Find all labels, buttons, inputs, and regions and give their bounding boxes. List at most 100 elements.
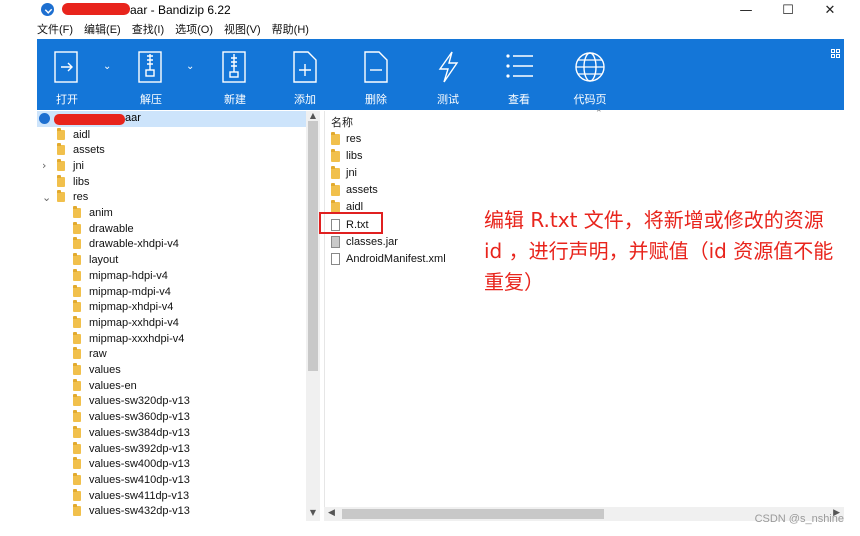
folder-icon (73, 472, 81, 485)
add-label: 添加 (294, 94, 316, 106)
list-scroll-thumb[interactable] (342, 509, 604, 519)
menu-help[interactable]: 帮助(H) (272, 21, 309, 39)
file-name: AndroidManifest.xml (346, 252, 446, 265)
tree-item[interactable]: jni (57, 158, 84, 173)
folder-icon (57, 158, 65, 171)
tree-item[interactable]: libs (57, 174, 90, 189)
view-button[interactable]: 查看 (489, 39, 549, 110)
folder-icon (57, 143, 65, 156)
tree-item[interactable]: values-sw320dp-v13 (73, 394, 190, 409)
tree-item-label: res (73, 191, 89, 204)
tree-item-label: mipmap-mdpi-v4 (89, 285, 171, 298)
maximize-button[interactable]: ☐ (766, 0, 810, 20)
tree-item[interactable]: values-en (73, 378, 137, 393)
tree-item[interactable]: aidl (57, 127, 90, 142)
tree-item-label: assets (73, 144, 105, 157)
tree-item-label: aidl (73, 128, 91, 141)
tree-item[interactable]: layout (73, 253, 118, 268)
tree-item[interactable]: values (73, 363, 121, 378)
view-icon (506, 54, 533, 78)
minimize-button[interactable]: — (724, 0, 768, 20)
menu-options[interactable]: 选项(O) (175, 21, 213, 39)
scroll-down-arrow-icon[interactable]: ▼ (308, 508, 318, 517)
scroll-up-arrow-icon[interactable]: ▲ (308, 111, 318, 120)
file-icon (331, 252, 340, 265)
delete-button[interactable]: 删除 (346, 39, 406, 110)
file-list-item[interactable]: jni (331, 165, 357, 181)
tree-item[interactable]: drawable-xhdpi-v4 (73, 237, 179, 252)
menu-view[interactable]: 视图(V) (224, 21, 261, 39)
file-list-item[interactable]: res (331, 131, 361, 147)
file-list-item[interactable]: assets (331, 182, 378, 198)
redacted-archive-name (54, 114, 125, 125)
expand-chevron-icon[interactable]: › (42, 159, 46, 172)
tree-item-label: libs (73, 175, 90, 188)
tree-item[interactable]: values-sw400dp-v13 (73, 457, 190, 472)
annotation-text: 编辑 R.txt 文件，将新增或修改的资源 id ，进行声明，并赋值（id 资源… (484, 208, 834, 294)
file-name: libs (346, 150, 363, 163)
scroll-left-arrow-icon[interactable]: ◀ (328, 508, 335, 518)
folder-icon (331, 131, 340, 145)
tree-item[interactable]: mipmap-hdpi-v4 (73, 268, 168, 283)
name-column-header[interactable]: 名称 (331, 114, 353, 130)
file-name: assets (346, 184, 378, 197)
toolbar: 打开 ⌄ 解压 ⌄ 新建 添加 删除 测试 查看 代码页 (37, 39, 844, 110)
tree-item[interactable]: mipmap-mdpi-v4 (73, 284, 171, 299)
tree-item[interactable]: drawable (73, 221, 134, 236)
tree-item[interactable]: mipmap-xhdpi-v4 (73, 300, 173, 315)
file-list-item[interactable]: AndroidManifest.xml (331, 251, 446, 267)
file-name: classes.jar (346, 235, 398, 248)
tree-item[interactable]: res (57, 190, 88, 205)
file-name: jni (346, 167, 358, 180)
codepage-label: 代码页 (573, 94, 607, 106)
tree-item[interactable]: assets (57, 143, 105, 158)
tree-item[interactable]: mipmap-xxhdpi-v4 (73, 315, 179, 330)
test-button[interactable]: 测试 (418, 39, 478, 110)
extract-icon (138, 51, 162, 83)
open-button[interactable]: 打开 (37, 39, 97, 110)
folder-icon (73, 300, 81, 313)
file-list-item[interactable]: classes.jar (331, 234, 398, 250)
tree-item[interactable]: values-sw411dp-v13 (73, 488, 189, 503)
open-dropdown-chevron-icon[interactable]: ⌄ (103, 61, 111, 72)
add-button[interactable]: 添加 (275, 39, 335, 110)
redacted-filename (62, 3, 130, 15)
tree-item[interactable]: anim (73, 206, 113, 221)
folder-icon (73, 441, 81, 454)
tree-root-item[interactable]: aar (37, 111, 307, 127)
tree-item[interactable]: values-sw360dp-v13 (73, 410, 190, 425)
folder-icon (57, 127, 65, 140)
tree-item-label: values-sw400dp-v13 (89, 458, 190, 471)
codepage-icon (575, 52, 605, 82)
tree-item[interactable]: raw (73, 347, 107, 362)
folder-icon (73, 457, 81, 470)
extract-button[interactable]: 解压 (121, 39, 181, 110)
open-label: 打开 (56, 94, 78, 106)
folder-icon (73, 237, 81, 250)
delete-label: 删除 (365, 94, 387, 106)
tree-item[interactable]: values-sw384dp-v13 (73, 425, 190, 440)
tree-item[interactable]: values-sw432dp-v13 (73, 504, 190, 519)
file-list: 名称 ⌃ res libs jni assets aidl R.txt classes.ja… (324, 109, 844, 521)
file-list-item[interactable]: libs (331, 148, 363, 164)
extract-dropdown-chevron-icon[interactable]: ⌄ (186, 61, 194, 72)
layout-grid-icon[interactable] (831, 49, 841, 59)
folder-icon (73, 253, 81, 266)
tree-item[interactable]: values-sw410dp-v13 (73, 472, 190, 487)
collapse-chevron-icon[interactable]: ⌄ (42, 191, 51, 204)
close-button[interactable]: ✕ (808, 0, 852, 20)
tree-item[interactable]: values-sw392dp-v13 (73, 441, 190, 456)
codepage-button[interactable]: 代码页 (560, 39, 620, 110)
menu-find[interactable]: 查找(I) (132, 21, 164, 39)
folder-icon (331, 165, 340, 179)
tree-vertical-scrollbar[interactable]: ▲ ▼ (306, 111, 320, 521)
folder-icon (73, 488, 81, 501)
tree-item[interactable]: mipmap-xxxhdpi-v4 (73, 331, 184, 346)
menu-edit[interactable]: 编辑(E) (84, 21, 121, 39)
tree-item-label: raw (89, 348, 107, 361)
new-archive-button[interactable]: 新建 (205, 39, 265, 110)
menu-file[interactable]: 文件(F) (37, 21, 73, 39)
tree-scroll-thumb[interactable] (308, 121, 318, 371)
folder-icon (73, 315, 81, 328)
folder-icon (73, 221, 81, 234)
